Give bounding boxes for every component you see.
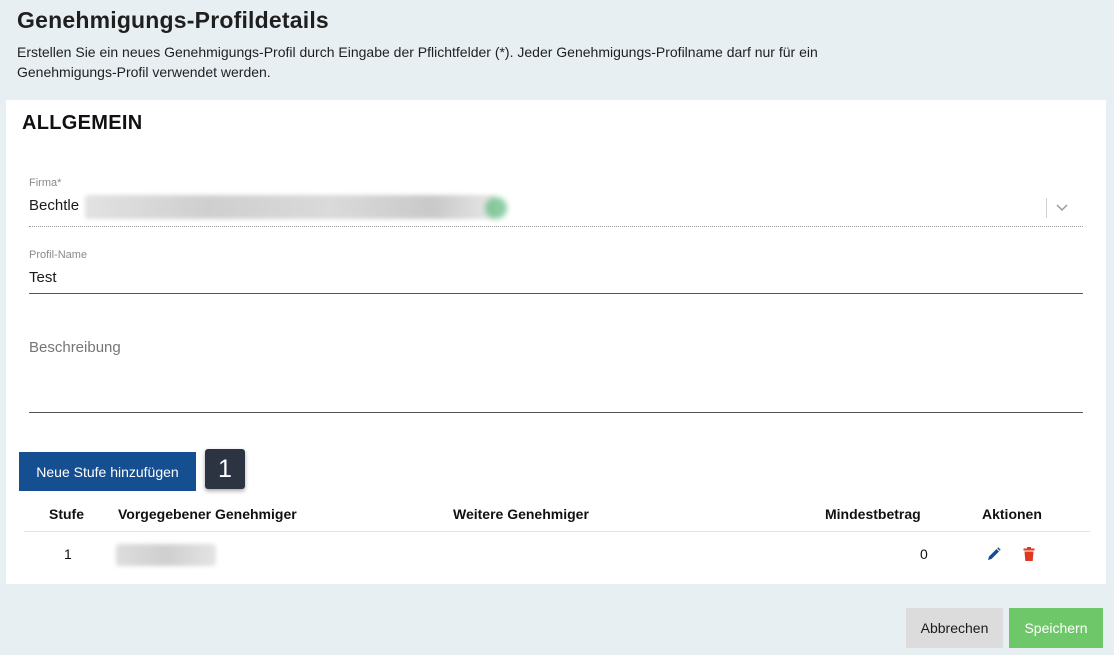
redacted-company-name [85,195,495,219]
section-title: ALLGEMEIN [22,112,143,134]
page-description: Erstellen Sie ein neues Genehmigungs-Pro… [17,44,818,80]
add-step-button[interactable]: Neue Stufe hinzufügen [19,452,196,491]
save-button[interactable]: Speichern [1009,608,1103,648]
step-number-badge: 1 [205,449,245,489]
cell-mindestbetrag: 0 [920,546,928,562]
cell-stufe: 1 [64,546,72,562]
col-header-aktionen: Aktionen [982,506,1042,522]
cancel-button[interactable]: Abbrechen [906,608,1003,648]
profil-name-field[interactable]: Profil-Name Test [29,248,1083,294]
page-header: Genehmigungs-Profildetails Erstellen Sie… [17,6,1097,82]
table-header: Stufe Vorgegebener Genehmiger Weitere Ge… [24,496,1090,532]
redacted-approver-name [116,544,216,566]
pencil-icon[interactable] [986,546,1002,562]
page-title: Genehmigungs-Profildetails [17,7,329,33]
steps-table: Stufe Vorgegebener Genehmiger Weitere Ge… [24,496,1090,578]
firma-label: Firma* [29,177,62,189]
beschreibung-placeholder: Beschreibung [29,339,121,356]
firma-select[interactable]: Firma* Bechtle [29,176,1083,227]
profil-name-label: Profil-Name [29,249,88,261]
col-header-weitere: Weitere Genehmiger [453,506,589,522]
col-header-stufe: Stufe [49,506,84,522]
beschreibung-field[interactable]: Beschreibung [29,338,1083,413]
redacted-company-badge [485,197,507,219]
general-card: ALLGEMEIN Firma* Bechtle Profil-Name Tes… [6,100,1106,584]
select-divider [1046,198,1047,218]
chevron-down-icon[interactable] [1055,200,1069,214]
trash-icon[interactable] [1021,546,1037,562]
col-header-mindestbetrag: Mindestbetrag [825,506,921,522]
profil-name-value[interactable]: Test [29,268,1083,288]
table-row: 1 0 [24,532,1090,578]
col-header-vorgegebener: Vorgegebener Genehmiger [118,506,297,522]
